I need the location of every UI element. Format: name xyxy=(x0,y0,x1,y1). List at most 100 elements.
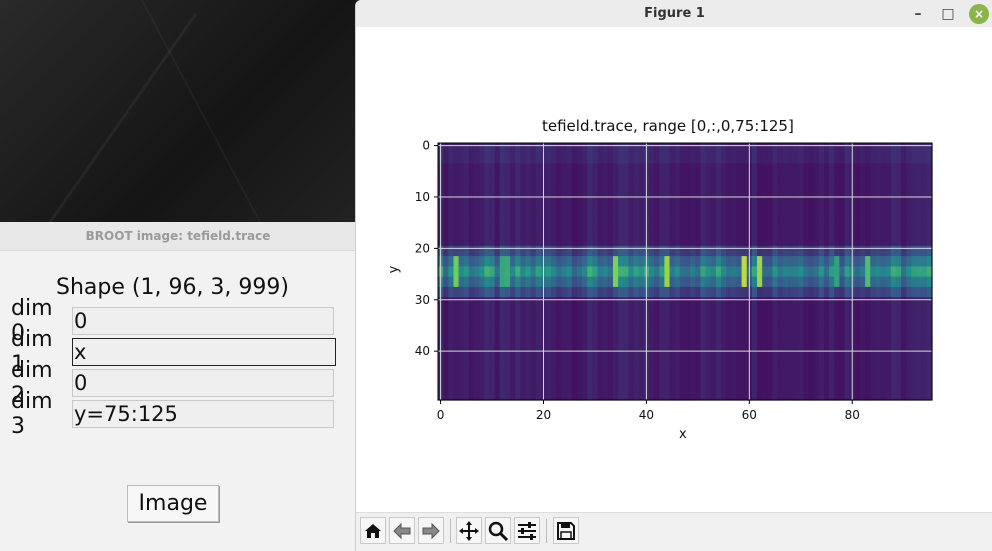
heatmap-cell xyxy=(731,286,738,298)
heatmap-cell xyxy=(525,245,532,257)
heatmap-cell xyxy=(494,358,501,370)
heatmap-cell xyxy=(520,369,527,381)
heatmap-cell xyxy=(618,369,624,381)
heatmap-cell xyxy=(685,245,691,257)
heatmap-cell xyxy=(793,204,799,216)
heatmap-cell xyxy=(715,153,722,165)
heatmap-cell xyxy=(710,256,717,267)
heatmap-cell xyxy=(607,143,614,154)
heatmap-cell xyxy=(468,235,475,247)
heatmap-cell xyxy=(551,204,557,216)
heatmap-cell xyxy=(885,389,892,401)
heatmap-cell xyxy=(607,153,614,165)
heatmap-cell xyxy=(669,225,676,237)
heatmap-cell xyxy=(880,163,887,175)
heatmap-cell xyxy=(808,286,815,298)
dim-3-input[interactable]: y=75:125 xyxy=(72,400,334,428)
heatmap-cell xyxy=(736,225,743,237)
heatmap-cell xyxy=(607,245,614,257)
heatmap-cell xyxy=(736,214,743,226)
heatmap-cell xyxy=(803,328,810,339)
heatmap-cell xyxy=(458,225,465,237)
heatmap-cell xyxy=(566,286,573,298)
heatmap-cell xyxy=(535,317,542,329)
heatmap-cell xyxy=(705,173,712,185)
heatmap-cell xyxy=(823,307,830,319)
heatmap-cell xyxy=(448,204,455,216)
heatmap-cell xyxy=(865,317,871,329)
heatmap-cell xyxy=(571,358,578,370)
heatmap-cell xyxy=(829,245,835,257)
dim-1-input[interactable]: x xyxy=(72,338,336,366)
home-button[interactable] xyxy=(360,517,386,544)
heatmap-cell xyxy=(561,204,568,216)
pan-button[interactable] xyxy=(456,517,482,544)
back-button[interactable] xyxy=(389,517,415,544)
heatmap-cell xyxy=(561,307,568,319)
heatmap-cell xyxy=(489,286,496,298)
heatmap-cell xyxy=(535,184,542,195)
heatmap-cell xyxy=(556,369,563,381)
minimize-button[interactable]: – xyxy=(907,3,929,25)
heatmap-cell xyxy=(474,143,480,154)
heatmap-cell xyxy=(695,389,702,401)
forward-button[interactable] xyxy=(418,517,444,544)
heatmap-cell xyxy=(762,194,768,206)
heatmap-cell xyxy=(823,348,830,360)
close-button[interactable]: × xyxy=(969,4,989,24)
image-button[interactable]: Image xyxy=(127,485,219,522)
heatmap-cell xyxy=(633,379,640,391)
heatmap-cell xyxy=(618,225,624,237)
heatmap-cell xyxy=(751,307,758,319)
heatmap-cell xyxy=(659,204,666,216)
dim-0-input[interactable]: 0 xyxy=(72,307,334,335)
heatmap-cell xyxy=(885,214,892,226)
heatmap-cell xyxy=(633,245,640,257)
heatmap-cell xyxy=(829,317,835,329)
heatmap-cell xyxy=(685,317,691,329)
heatmap-cell xyxy=(803,286,810,298)
heatmap-cell xyxy=(556,204,563,216)
heatmap-cell xyxy=(710,163,717,175)
heatmap-cell xyxy=(648,286,655,298)
heatmap-cell xyxy=(695,204,702,216)
heatmap-cell xyxy=(659,143,666,154)
heatmap-cell xyxy=(875,266,882,278)
heatmap-cell xyxy=(767,369,774,381)
heatmap-cell xyxy=(721,266,727,278)
maximize-button[interactable]: □ xyxy=(937,3,959,25)
heatmap-cell xyxy=(510,348,516,360)
heatmap-cell xyxy=(566,184,573,195)
heatmap-cell xyxy=(618,286,624,298)
heatmap-cell xyxy=(839,348,846,360)
heatmap-cell xyxy=(880,143,887,154)
heatmap-cell xyxy=(669,307,676,319)
heatmap-cell xyxy=(669,214,676,226)
heatmap-cell xyxy=(602,194,609,206)
heatmap-cell xyxy=(669,163,676,175)
heatmap-cell xyxy=(551,348,557,360)
heatmap-cell xyxy=(504,297,511,309)
broot-titlebar[interactable]: BROOT image: tefield.trace xyxy=(0,222,356,251)
heatmap-cell xyxy=(654,369,660,381)
heatmap-cell xyxy=(576,348,583,360)
heatmap-cell xyxy=(664,153,671,165)
figure-titlebar[interactable]: Figure 1 – □ × xyxy=(356,0,992,27)
save-button[interactable] xyxy=(553,517,579,544)
heatmap-cell xyxy=(638,286,645,298)
heatmap-cell xyxy=(715,204,722,216)
heatmap-cell xyxy=(489,235,496,247)
heatmap-cell xyxy=(463,204,470,216)
heatmap-chart[interactable]: 0 20 40 60 80 010203040 xyxy=(356,27,992,512)
heatmap-cell xyxy=(535,173,542,185)
heatmap-cell xyxy=(690,245,696,257)
heatmap-cell xyxy=(875,153,882,165)
x-tick-label: 0 xyxy=(437,408,445,422)
dim-2-input[interactable]: 0 xyxy=(72,369,334,397)
configure-subplots-button[interactable] xyxy=(514,517,540,544)
heatmap-cell xyxy=(695,163,702,175)
heatmap-cell xyxy=(561,317,568,329)
zoom-button[interactable] xyxy=(485,517,511,544)
x-axis-ticks: 0 20 40 60 80 xyxy=(437,400,860,422)
heatmap-cell xyxy=(602,379,609,391)
